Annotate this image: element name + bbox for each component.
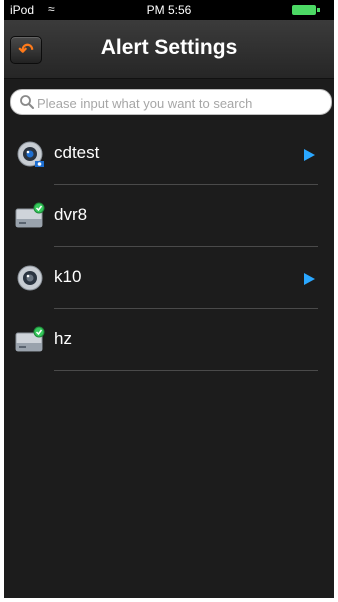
navigation-bar: ↶ Alert Settings [4, 20, 334, 79]
device-name: dvr8 [54, 205, 88, 224]
play-arrow-icon[interactable] [302, 272, 316, 286]
dvr-icon [15, 202, 45, 228]
status-time: PM 5:56 [146, 3, 192, 17]
device-row-cdtest[interactable]: cdtest [4, 123, 334, 185]
search-input[interactable] [35, 92, 327, 114]
search-icon [20, 95, 34, 109]
page-title: Alert Settings [100, 36, 238, 59]
device-row-k10[interactable]: k10 [4, 247, 334, 309]
camera-icon [17, 265, 43, 291]
row-divider [54, 370, 318, 371]
battery-tip [317, 8, 320, 12]
device-name: k10 [54, 267, 82, 286]
camera-icon [17, 141, 44, 167]
device-name: cdtest [54, 143, 100, 162]
device-row-hz[interactable]: hz [4, 309, 334, 371]
phone-screen: iPod ≈ PM 5:56 ↶ Alert Settings Please i… [4, 0, 334, 598]
device-row-dvr8[interactable]: dvr8 [4, 185, 334, 247]
search-bar[interactable] [10, 89, 332, 115]
dvr-icon [15, 326, 45, 352]
play-arrow-icon[interactable] [302, 148, 316, 162]
battery-icon [292, 5, 316, 15]
status-bar: iPod ≈ PM 5:56 [4, 0, 334, 20]
device-name: hz [54, 329, 72, 348]
